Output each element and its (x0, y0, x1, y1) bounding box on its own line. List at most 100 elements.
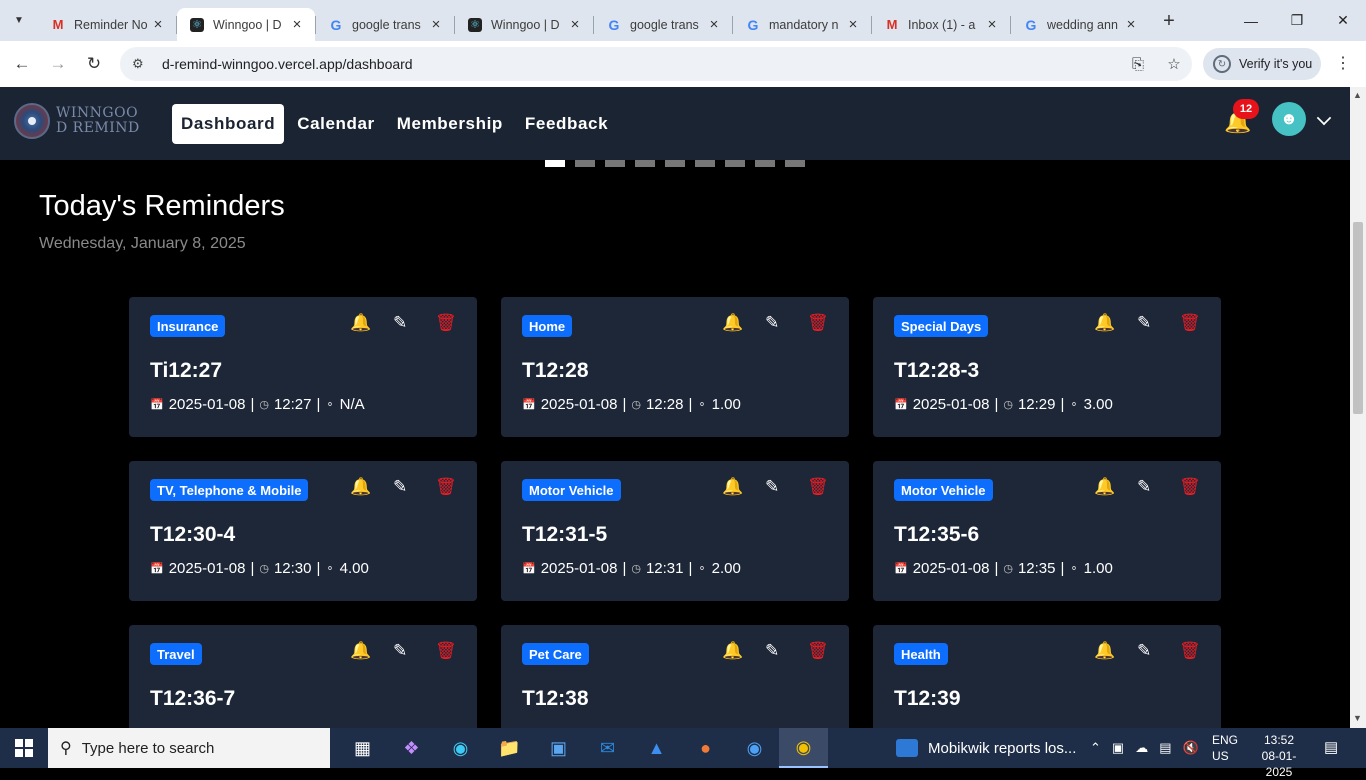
browser-tab[interactable]: M Inbox (1) - a × (872, 8, 1010, 41)
system-clock[interactable]: 13:52 08-01-2025 (1249, 732, 1309, 780)
chevron-down-icon[interactable] (1316, 110, 1332, 126)
edit-icon[interactable]: ✎ (393, 313, 407, 333)
reminder-card[interactable]: Special Days 🔔 ✎ 🗑 T12:28-3 📅 2025-01-08… (873, 297, 1221, 437)
input-language[interactable]: ENG US (1212, 732, 1238, 764)
bell-icon[interactable]: 🔔 (722, 313, 743, 333)
browser-tab[interactable]: ⚛ Winngoo | D × (177, 8, 315, 41)
task-view-icon[interactable]: ▦ (338, 728, 387, 768)
microsoft-store-icon[interactable]: ▣ (534, 728, 583, 768)
scrollbar-thumb[interactable] (1353, 222, 1363, 414)
trash-icon[interactable]: 🗑 (1179, 313, 1201, 333)
edit-icon[interactable]: ✎ (1137, 641, 1151, 661)
browser-tab[interactable]: Ggoogle trans × (316, 8, 454, 41)
bell-icon[interactable]: 🔔 (350, 477, 371, 497)
edit-icon[interactable]: ✎ (1137, 313, 1151, 333)
browser-tab[interactable]: ⚛ Winngoo | D × (455, 8, 593, 41)
scroll-down-icon[interactable]: ▼ (1353, 713, 1362, 723)
onedrive-icon[interactable]: ☁ (1135, 740, 1148, 756)
trash-icon[interactable]: 🗑 (1179, 477, 1201, 497)
close-tab-icon[interactable]: × (845, 16, 861, 33)
edit-icon[interactable]: ✎ (393, 641, 407, 661)
edit-icon[interactable]: ✎ (765, 641, 779, 661)
url-text[interactable]: d-remind-winngoo.vercel.app/dashboard (162, 56, 1120, 72)
bell-icon[interactable]: 🔔 (722, 477, 743, 497)
trash-icon[interactable]: 🗑 (807, 641, 829, 661)
bell-icon[interactable]: 🔔 (722, 641, 743, 661)
carousel-dot[interactable] (605, 160, 625, 167)
scroll-up-icon[interactable]: ▲ (1353, 90, 1362, 100)
reminder-card[interactable]: Health 🔔 ✎ 🗑 T12:39 (873, 625, 1221, 728)
windows-start-icon[interactable] (0, 728, 48, 768)
close-tab-icon[interactable]: × (150, 16, 166, 33)
close-tab-icon[interactable]: × (706, 16, 722, 33)
bookmark-star-icon[interactable]: ☆ (1156, 55, 1192, 73)
carousel-dot[interactable] (665, 160, 685, 167)
edge-icon[interactable]: ◉ (436, 728, 485, 768)
edit-icon[interactable]: ✎ (393, 477, 407, 497)
copilot-icon[interactable]: ❖ (387, 728, 436, 768)
edit-icon[interactable]: ✎ (765, 313, 779, 333)
page-scrollbar[interactable]: ▲ ▼ (1350, 87, 1366, 728)
restore-icon[interactable]: ❐ (1274, 0, 1320, 41)
edit-icon[interactable]: ✎ (1137, 477, 1151, 497)
browser-tab[interactable]: Gmandatory n × (733, 8, 871, 41)
notification-center-icon[interactable]: ▤ (1324, 738, 1338, 756)
reminder-card[interactable]: Travel 🔔 ✎ 🗑 T12:36-7 (129, 625, 477, 728)
meet-icon[interactable]: ▣ (1112, 740, 1124, 756)
close-tab-icon[interactable]: × (289, 16, 305, 33)
trash-icon[interactable]: 🗑 (807, 313, 829, 333)
trash-icon[interactable]: 🗑 (435, 313, 457, 333)
volume-muted-icon[interactable]: 🔇 (1183, 740, 1199, 756)
bell-icon[interactable]: 🔔 (1094, 477, 1115, 497)
bell-icon[interactable]: 🔔 (1094, 313, 1115, 333)
bell-icon[interactable]: 🔔 (1094, 641, 1115, 661)
chrome-icon[interactable]: ◉ (779, 728, 828, 768)
network-icon[interactable]: ▤ (1159, 740, 1171, 756)
close-window-icon[interactable]: ✕ (1320, 0, 1366, 41)
tab-search-dropdown-icon[interactable]: ▼ (6, 8, 32, 34)
tray-chevron-icon[interactable]: ⌃ (1090, 740, 1101, 756)
site-info-icon[interactable]: ⚙ (132, 56, 148, 72)
reminder-card[interactable]: TV, Telephone & Mobile 🔔 ✎ 🗑 T12:30-4 📅 … (129, 461, 477, 601)
forward-icon[interactable]: → (40, 46, 76, 82)
edit-icon[interactable]: ✎ (765, 477, 779, 497)
nav-link-feedback[interactable]: Feedback (516, 104, 617, 144)
reload-icon[interactable]: ↻ (76, 46, 112, 82)
site-logo[interactable]: WINNGOO D REMIND (14, 103, 140, 139)
trash-icon[interactable]: 🗑 (435, 477, 457, 497)
close-tab-icon[interactable]: × (1123, 16, 1139, 33)
verify-profile-button[interactable]: ↻ Verify it's you (1203, 48, 1321, 80)
nav-link-calendar[interactable]: Calendar (288, 104, 384, 144)
trash-icon[interactable]: 🗑 (807, 477, 829, 497)
carousel-dot[interactable] (635, 160, 655, 167)
app-orange-icon[interactable]: ● (681, 728, 730, 768)
close-tab-icon[interactable]: × (984, 16, 1000, 33)
carousel-dot[interactable] (785, 160, 805, 167)
avatar[interactable]: ☻ (1272, 102, 1306, 136)
reminder-card[interactable]: Motor Vehicle 🔔 ✎ 🗑 T12:31-5 📅 2025-01-0… (501, 461, 849, 601)
app-blue-icon[interactable]: ◉ (730, 728, 779, 768)
install-app-icon[interactable]: ⎘ (1120, 56, 1156, 73)
file-explorer-icon[interactable]: 📁 (485, 728, 534, 768)
browser-menu-icon[interactable]: ⋮ (1335, 53, 1351, 73)
outlook-icon[interactable]: ✉ (583, 728, 632, 768)
omnibox[interactable]: ⚙ d-remind-winngoo.vercel.app/dashboard … (120, 47, 1192, 81)
back-icon[interactable]: ← (4, 46, 40, 82)
carousel-dot[interactable] (545, 160, 565, 167)
carousel-dot[interactable] (575, 160, 595, 167)
taskbar-search-box[interactable]: ⚲ Type here to search (48, 728, 330, 768)
bell-icon[interactable]: 🔔 (350, 641, 371, 661)
reminder-card[interactable]: Motor Vehicle 🔔 ✎ 🗑 T12:35-6 📅 2025-01-0… (873, 461, 1221, 601)
browser-tab[interactable]: Ggoogle trans × (594, 8, 732, 41)
close-tab-icon[interactable]: × (428, 16, 444, 33)
carousel-dot[interactable] (725, 160, 745, 167)
app-a-icon[interactable]: ▲ (632, 728, 681, 768)
browser-tab[interactable]: Gwedding ann × (1011, 8, 1149, 41)
close-tab-icon[interactable]: × (567, 16, 583, 33)
reminder-card[interactable]: Pet Care 🔔 ✎ 🗑 T12:38 (501, 625, 849, 728)
news-widget[interactable]: Mobikwik reports los... (896, 728, 1076, 768)
reminder-card[interactable]: Insurance 🔔 ✎ 🗑 Ti12:27 📅 2025-01-08 | ◷… (129, 297, 477, 437)
trash-icon[interactable]: 🗑 (1179, 641, 1201, 661)
carousel-dot[interactable] (755, 160, 775, 167)
nav-link-dashboard[interactable]: Dashboard (172, 104, 285, 144)
